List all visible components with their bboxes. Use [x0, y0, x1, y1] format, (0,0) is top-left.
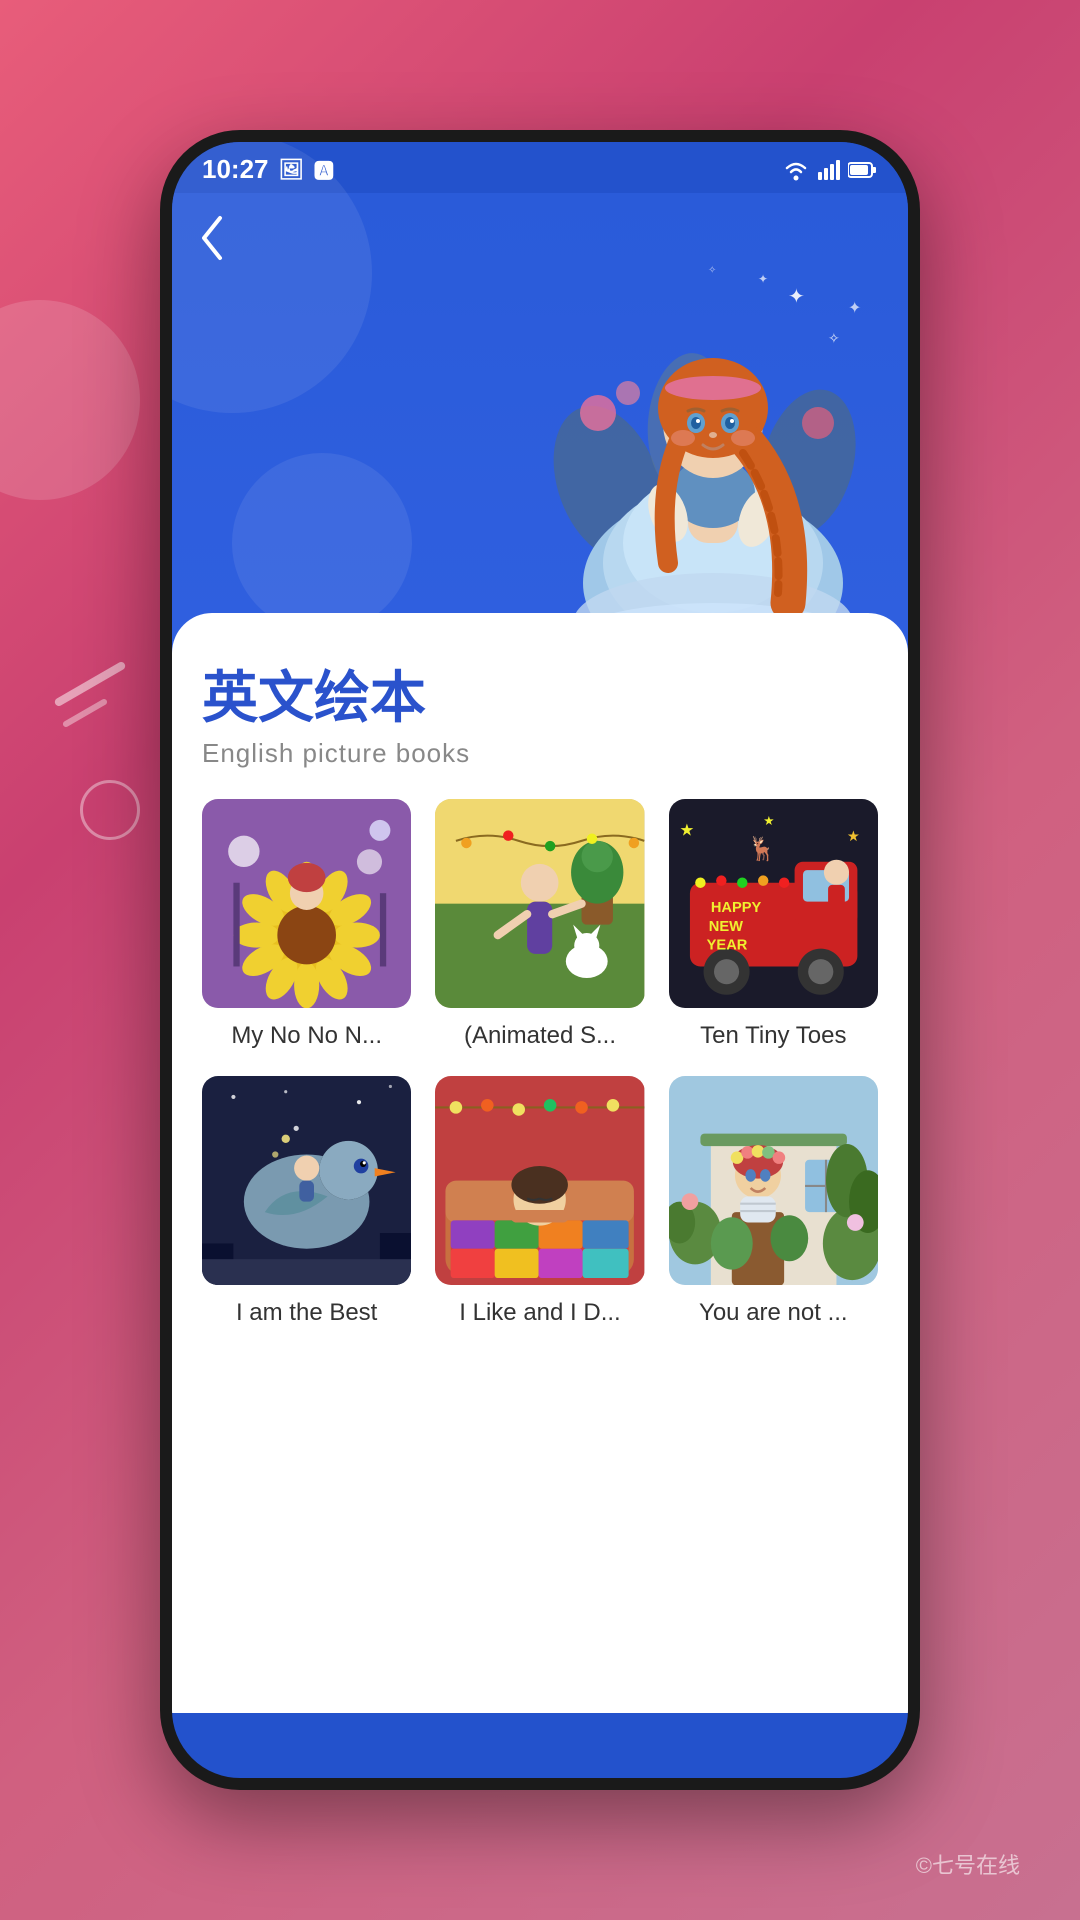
svg-text:✧: ✧	[708, 265, 716, 276]
book-item-4[interactable]: I am the Best	[202, 1076, 411, 1329]
card-title-english: English picture books	[202, 738, 878, 769]
back-button[interactable]	[196, 213, 226, 272]
signal-icon	[818, 160, 840, 180]
book-cover-5	[435, 1076, 644, 1285]
svg-text:YEAR: YEAR	[706, 938, 747, 954]
book-cover-1	[202, 799, 411, 1008]
svg-text:NEW: NEW	[708, 919, 742, 935]
svg-text:★: ★	[763, 814, 774, 828]
book-cover-6	[669, 1076, 878, 1285]
hero-bg-shape2	[232, 453, 412, 633]
book-item-2[interactable]: (Animated S...	[435, 799, 644, 1052]
book-item-3[interactable]: HAPPY NEW YEAR 🦌 ★ ★ ★ Ten Tiny To	[669, 799, 878, 1052]
book-title-6: You are not ...	[699, 1297, 848, 1328]
svg-text:★: ★	[679, 821, 694, 840]
wifi-icon	[782, 159, 810, 181]
books-grid: My No No N...	[202, 799, 878, 1328]
content-card: 英文绘本 English picture books	[172, 613, 908, 1713]
svg-text:HAPPY: HAPPY	[711, 900, 762, 916]
bg-decoration-slash2	[62, 698, 108, 728]
book-cover-2	[435, 799, 644, 1008]
svg-text:✦: ✦	[758, 272, 768, 286]
book-title-2: (Animated S...	[464, 1020, 616, 1051]
book-title-1: My No No N...	[231, 1020, 382, 1051]
book-title-4: I am the Best	[236, 1297, 377, 1328]
status-right	[782, 159, 878, 181]
svg-text:🦌: 🦌	[747, 836, 776, 863]
book-title-3: Ten Tiny Toes	[700, 1020, 846, 1051]
book-cover-3: HAPPY NEW YEAR 🦌 ★ ★ ★	[669, 799, 878, 1008]
svg-text:★: ★	[847, 829, 860, 845]
svg-text:✦: ✦	[788, 286, 805, 308]
bg-decoration-slash1	[53, 661, 126, 708]
phone-frame: 10:27 🖼 🅰	[160, 130, 920, 1790]
battery-icon	[848, 161, 878, 179]
card-title-chinese: 英文绘本	[202, 653, 878, 734]
svg-text:✦: ✦	[848, 300, 861, 317]
bg-decoration-circle	[0, 300, 140, 500]
book-item-1[interactable]: My No No N...	[202, 799, 411, 1052]
bg-decoration-ring	[80, 780, 140, 840]
watermark: ©七号在线	[916, 1848, 1020, 1880]
book-item-6[interactable]: You are not ...	[669, 1076, 878, 1329]
book-cover-4	[202, 1076, 411, 1285]
card-header: 英文绘本 English picture books	[202, 653, 878, 769]
book-title-5: I Like and I D...	[459, 1297, 620, 1328]
book-item-5[interactable]: I Like and I D...	[435, 1076, 644, 1329]
svg-text:✧: ✧	[828, 330, 840, 346]
